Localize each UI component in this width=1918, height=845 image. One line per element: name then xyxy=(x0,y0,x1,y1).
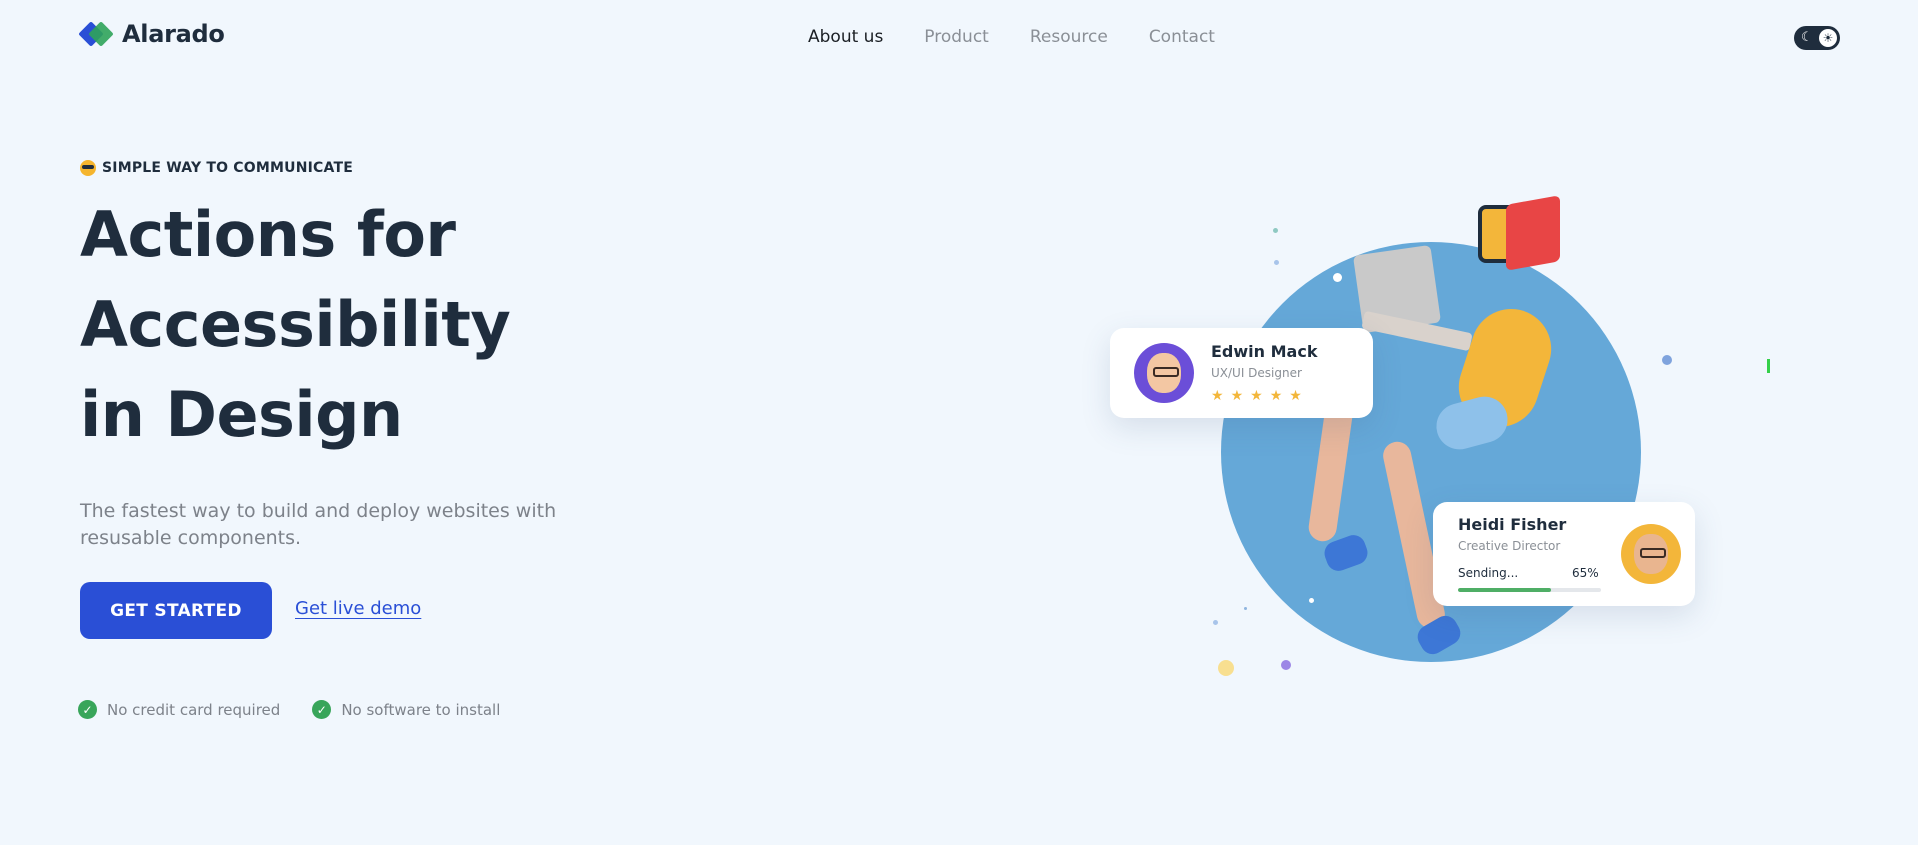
card-name: Heidi Fisher xyxy=(1458,515,1567,534)
hero-eyebrow: SIMPLE WAY TO COMMUNICATE xyxy=(80,160,353,176)
eyebrow-text: SIMPLE WAY TO COMMUNICATE xyxy=(102,160,353,176)
profile-card-edwin: Edwin Mack UX/UI Designer ★ ★ ★ ★ ★ xyxy=(1110,328,1373,418)
headline-line-2: Accessibility xyxy=(80,288,511,361)
hero-illustration: Edwin Mack UX/UI Designer ★ ★ ★ ★ ★ Heid… xyxy=(1100,180,1700,700)
sending-status: Sending... xyxy=(1458,566,1519,580)
live-demo-link[interactable]: Get live demo xyxy=(295,598,421,619)
card-role: UX/UI Designer xyxy=(1211,366,1302,380)
main-nav: About us Product Resource Contact xyxy=(808,27,1215,47)
rating-stars: ★ ★ ★ ★ ★ xyxy=(1211,388,1302,404)
perk-label: No credit card required xyxy=(107,700,281,719)
profile-card-heidi: Heidi Fisher Creative Director Sending..… xyxy=(1433,502,1695,606)
star-icon: ★ xyxy=(1250,388,1263,404)
nav-resource[interactable]: Resource xyxy=(1030,27,1108,47)
star-icon: ★ xyxy=(1230,388,1244,404)
card-name: Edwin Mack xyxy=(1211,342,1318,361)
card-role: Creative Director xyxy=(1458,539,1561,553)
hero-headline: Actions for Accessibility in Design xyxy=(80,190,680,460)
sunglasses-emoji-icon xyxy=(80,160,96,176)
decor-dot xyxy=(1309,598,1314,603)
logo-icon xyxy=(78,20,114,48)
memoji-face-icon xyxy=(1147,353,1181,393)
decor-dot xyxy=(1244,607,1247,610)
brand-logo[interactable]: Alarado xyxy=(78,20,225,48)
decor-dot xyxy=(1274,260,1279,265)
robot-hat xyxy=(1506,195,1560,271)
perks-list: ✓ No credit card required ✓ No software … xyxy=(78,700,500,719)
decor-dot xyxy=(1273,228,1278,233)
decor-dot xyxy=(1333,273,1342,282)
theme-toggle[interactable]: ☾ ☀ xyxy=(1794,26,1840,50)
brand-name: Alarado xyxy=(122,20,225,48)
perk-item: ✓ No credit card required xyxy=(78,700,280,719)
nav-product[interactable]: Product xyxy=(924,27,989,47)
star-icon: ★ xyxy=(1289,388,1302,404)
perk-label: No software to install xyxy=(341,700,501,719)
avatar xyxy=(1621,524,1681,584)
star-icon: ★ xyxy=(1269,388,1283,404)
decor-dot xyxy=(1281,660,1291,670)
avatar xyxy=(1134,343,1194,403)
sun-icon: ☀ xyxy=(1819,29,1837,47)
headline-line-1: Actions for xyxy=(80,198,456,271)
progress-bar xyxy=(1458,588,1601,592)
moon-icon: ☾ xyxy=(1801,30,1813,45)
get-started-button[interactable]: GET STARTED xyxy=(80,582,272,639)
nav-contact[interactable]: Contact xyxy=(1149,27,1215,47)
headline-line-3: in Design xyxy=(80,378,403,451)
progress-percent: 65% xyxy=(1572,566,1599,580)
nav-about-us[interactable]: About us xyxy=(808,27,883,47)
memoji-face-icon xyxy=(1634,534,1668,574)
decor-dot xyxy=(1218,660,1234,676)
decor-dot xyxy=(1662,355,1672,365)
star-icon: ★ xyxy=(1211,388,1224,404)
check-circle-icon: ✓ xyxy=(78,700,97,719)
check-circle-icon: ✓ xyxy=(312,700,332,719)
decor-dot xyxy=(1213,620,1218,625)
progress-fill xyxy=(1458,588,1551,592)
hero-subtitle: The fastest way to build and deploy webs… xyxy=(80,500,557,549)
decor-tick xyxy=(1767,359,1770,373)
perk-item: ✓ No software to install xyxy=(312,700,500,719)
